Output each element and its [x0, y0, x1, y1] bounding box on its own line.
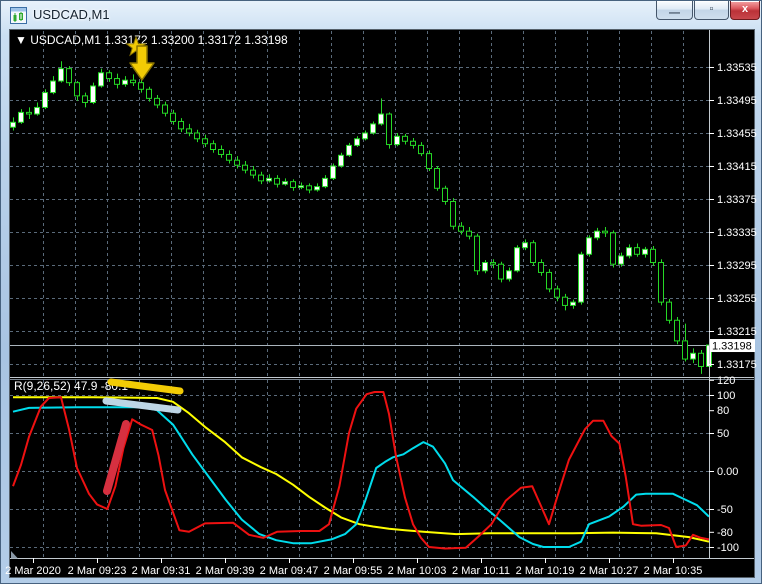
candle [482, 260, 488, 274]
maximize-icon: ▫ [709, 2, 714, 15]
candle [338, 152, 344, 168]
close-icon: x [741, 2, 749, 15]
indicator-tick-label: 120 [717, 375, 735, 387]
candle [386, 112, 392, 149]
candle [546, 269, 552, 293]
price-tick-label: 1.33375 [717, 194, 757, 206]
time-tick-label: 2 Mar 09:39 [196, 565, 255, 577]
candle [530, 240, 536, 266]
price-tick-label: 1.33415 [717, 161, 757, 173]
price-tick-label: 1.33535 [717, 62, 757, 74]
indicator-tick-label: -100 [717, 542, 739, 554]
time-tick-label: 2 Mar 10:11 [452, 565, 510, 577]
candle [474, 233, 480, 275]
price-tick-label: 1.33255 [717, 293, 757, 305]
indicator-tick-label: 0.00 [717, 466, 738, 478]
candle [66, 66, 72, 86]
candle [450, 198, 456, 230]
time-tick-label: 2 Mar 09:31 [132, 565, 191, 577]
price-tick-label: 1.33495 [717, 95, 757, 107]
candle [370, 121, 376, 135]
candle [498, 261, 504, 283]
time-tick-label: 2 Mar 09:23 [68, 565, 127, 577]
window-titlebar[interactable]: USDCAD,M1 — ▫ x [1, 1, 761, 30]
chart-window: 1.33535 1.33495 1.33455 1.33415 1.33375 1.333… [0, 0, 762, 584]
window-title: USDCAD,M1 [33, 7, 110, 22]
indicator-tick-label: -80 [717, 527, 733, 539]
current-price-label: 1.33198 [712, 341, 752, 353]
time-tick-label: 2 Mar 10:35 [644, 565, 703, 577]
candle [658, 259, 664, 306]
time-tick-label: 2 Mar 2020 [5, 565, 61, 577]
candle [674, 316, 680, 345]
close-button[interactable]: x [730, 1, 760, 20]
candle [90, 82, 96, 105]
indicator-tick-label: 80 [717, 405, 729, 417]
candle [426, 150, 432, 171]
time-tick-label: 2 Mar 10:27 [580, 565, 639, 577]
candle [330, 163, 336, 181]
chart-header[interactable]: ▼ USDCAD,M1 1.33172 1.33200 1.33172 1.33… [15, 33, 288, 47]
candle [650, 246, 656, 266]
indicator-tick-label: 100 [717, 390, 735, 402]
chart-canvas[interactable]: 1.33535 1.33495 1.33455 1.33415 1.33375 1.333… [1, 1, 762, 584]
minimize-icon: — [669, 6, 680, 19]
indicator-tick-label: 50 [717, 428, 729, 440]
candle [666, 298, 672, 324]
time-tick-label: 2 Mar 09:55 [324, 565, 383, 577]
candle [514, 245, 520, 273]
candle [434, 166, 440, 191]
time-tick-label: 2 Mar 10:19 [516, 565, 575, 577]
price-tick-label: 1.33215 [717, 326, 757, 338]
price-tick-label: 1.33295 [717, 260, 757, 272]
price-tick-label: 1.33335 [717, 227, 757, 239]
candle [578, 251, 584, 305]
candle [586, 235, 592, 257]
price-tick-label: 1.33175 [717, 359, 757, 371]
time-tick-label: 2 Mar 09:47 [260, 565, 319, 577]
maximize-button[interactable]: ▫ [694, 1, 729, 20]
price-tick-label: 1.33455 [717, 128, 757, 140]
indicator-tick-label: -50 [717, 504, 733, 516]
candle [442, 185, 448, 205]
chart-window-icon [10, 7, 27, 24]
candle [42, 89, 48, 110]
time-tick-label: 2 Mar 10:03 [388, 565, 447, 577]
candle [346, 142, 352, 157]
minimize-button[interactable]: — [656, 1, 693, 20]
candle [610, 230, 616, 268]
